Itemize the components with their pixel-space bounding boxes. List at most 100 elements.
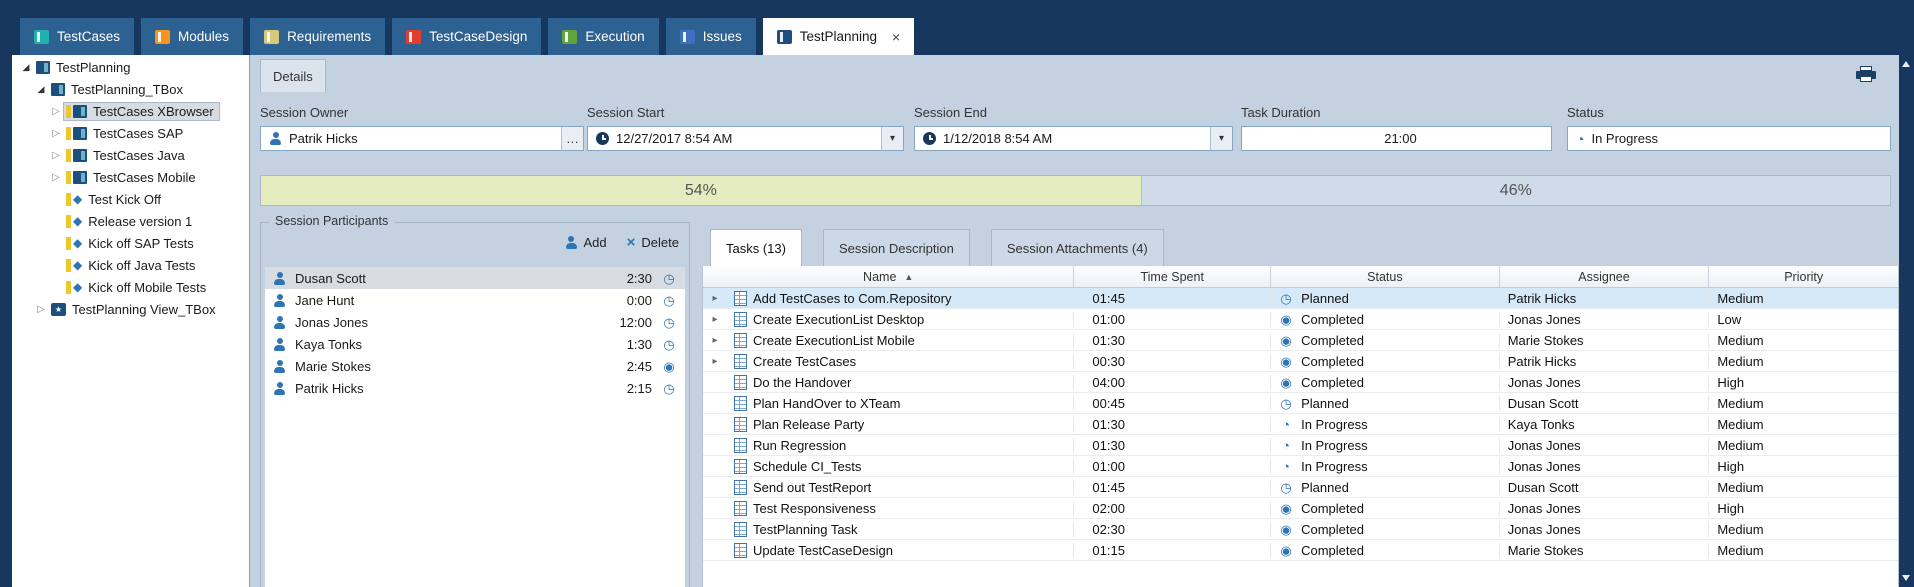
- scroll-down-icon[interactable]: [1902, 575, 1910, 581]
- column-header-status[interactable]: Status: [1271, 266, 1500, 287]
- delete-participant-button[interactable]: × Delete: [627, 235, 679, 250]
- progress-elapsed-segment: 54%: [261, 176, 1141, 205]
- status-label: In Progress: [1301, 417, 1367, 432]
- column-header-assignee[interactable]: Assignee: [1500, 266, 1710, 287]
- tree-item-testplanning-tbox[interactable]: ◢TestPlanning_TBox: [12, 78, 249, 100]
- participant-row[interactable]: Jane Hunt0:00◷: [265, 289, 685, 311]
- cell-status: ◔ In Progress: [1271, 417, 1500, 432]
- tab-execution[interactable]: Execution: [548, 18, 658, 55]
- diamond-icon: ◆: [73, 193, 82, 205]
- table-row[interactable]: Test Responsiveness02:00◉CompletedJonas …: [703, 498, 1898, 519]
- session-participants-title: Session Participants: [269, 214, 394, 228]
- column-header-priority[interactable]: Priority: [1709, 266, 1898, 287]
- tree-item-testcases-mobile[interactable]: ▷TestCases Mobile: [12, 166, 249, 188]
- tree-item-release-version-1[interactable]: ◆Release version 1: [12, 210, 249, 232]
- tree-item-testplanning-view-tbox[interactable]: ▷★TestPlanning View_TBox: [12, 298, 249, 320]
- row-expander-icon[interactable]: ▸: [703, 293, 727, 304]
- tab-testcases[interactable]: TestCases: [20, 18, 134, 55]
- tree-expander-icon[interactable]: ▷: [48, 128, 64, 139]
- module-icon: [264, 30, 279, 44]
- row-expander-icon[interactable]: ▸: [703, 314, 727, 325]
- participant-row[interactable]: Marie Stokes2:45◉: [265, 355, 685, 377]
- tree-expander-icon[interactable]: ◢: [33, 84, 49, 95]
- vertical-scrollbar[interactable]: [1899, 55, 1914, 587]
- tree-expander-icon[interactable]: ▷: [48, 106, 64, 117]
- table-row[interactable]: Send out TestReport01:45◷PlannedDusan Sc…: [703, 477, 1898, 498]
- table-row[interactable]: Plan HandOver to XTeam00:45◷PlannedDusan…: [703, 393, 1898, 414]
- participant-row[interactable]: Kaya Tonks1:30◷: [265, 333, 685, 355]
- status-in-progress-icon: ◔: [1279, 418, 1293, 431]
- tree-item-kick-off-mobile-tests[interactable]: ◆Kick off Mobile Tests: [12, 276, 249, 298]
- tree-item-kick-off-sap-tests[interactable]: ◆Kick off SAP Tests: [12, 232, 249, 254]
- participant-row[interactable]: Patrik Hicks2:15◷: [265, 377, 685, 399]
- print-icon[interactable]: [1856, 66, 1876, 82]
- close-icon[interactable]: ×: [892, 30, 900, 44]
- ellipsis-button[interactable]: …: [561, 127, 583, 150]
- input-status[interactable]: ◔In Progress: [1567, 126, 1891, 151]
- table-row[interactable]: Plan Release Party01:30◔In ProgressKaya …: [703, 414, 1898, 435]
- tab-label: Requirements: [287, 29, 371, 44]
- cell-priority: Medium: [1709, 354, 1898, 369]
- tree-item-testcases-sap[interactable]: ▷TestCases SAP: [12, 122, 249, 144]
- tree-expander-icon[interactable]: ▷: [48, 172, 64, 183]
- cell-time-spent: 01:30: [1074, 333, 1271, 348]
- dropdown-arrow-icon[interactable]: ▾: [881, 127, 903, 150]
- input-session-end[interactable]: 1/12/2018 8:54 AM▾: [914, 126, 1233, 151]
- row-expander-icon[interactable]: ▸: [703, 335, 727, 346]
- sort-asc-icon: ▲: [904, 272, 913, 282]
- tasks-tab-strip: Tasks (13) Session Description Session Att…: [710, 229, 1164, 266]
- tab-testplanning[interactable]: TestPlanning×: [763, 18, 915, 55]
- status-label: Completed: [1301, 543, 1364, 558]
- table-row[interactable]: Schedule CI_Tests01:00◔In ProgressJonas …: [703, 456, 1898, 477]
- clock-icon: ◷: [661, 338, 677, 351]
- module-icon: [777, 30, 792, 44]
- participant-row[interactable]: Dusan Scott2:30◷: [265, 267, 685, 289]
- tab-requirements[interactable]: Requirements: [250, 18, 385, 55]
- task-document-icon: [734, 480, 747, 495]
- field-session-end: Session End 1/12/2018 8:54 AM▾: [914, 105, 1233, 151]
- column-header-label: Time Spent: [1140, 270, 1203, 284]
- input-session-start[interactable]: 12/27/2017 8:54 AM▾: [587, 126, 904, 151]
- tree-item-testplanning[interactable]: ◢TestPlanning: [12, 56, 249, 78]
- table-row[interactable]: ▸Create ExecutionList Desktop01:00◉Compl…: [703, 309, 1898, 330]
- participant-name: Jane Hunt: [295, 293, 627, 308]
- table-row[interactable]: Update TestCaseDesign01:15◉CompletedMari…: [703, 540, 1898, 561]
- field-status: Status◔In Progress: [1567, 105, 1891, 151]
- tab-issues[interactable]: Issues: [666, 18, 756, 55]
- table-row[interactable]: ▸Create TestCases00:30◉CompletedPatrik H…: [703, 351, 1898, 372]
- input-session-owner[interactable]: Patrik Hicks…: [260, 126, 584, 151]
- participant-row[interactable]: Jonas Jones12:00◷: [265, 311, 685, 333]
- input-task-duration[interactable]: 21:00: [1241, 126, 1552, 151]
- tab-details[interactable]: Details: [260, 59, 326, 92]
- scroll-up-icon[interactable]: [1902, 61, 1910, 67]
- tab-session-description[interactable]: Session Description: [823, 229, 970, 266]
- row-expander-icon[interactable]: ▸: [703, 356, 727, 367]
- table-row[interactable]: Do the Handover04:00◉CompletedJonas Jone…: [703, 372, 1898, 393]
- tree-expander-icon[interactable]: ▷: [33, 304, 49, 315]
- column-header-time-spent[interactable]: Time Spent: [1074, 266, 1271, 287]
- tab-testcasedesign[interactable]: TestCaseDesign: [392, 18, 541, 55]
- field-label-session-end: Session End: [914, 105, 1233, 120]
- clock-icon: [596, 132, 609, 145]
- add-participant-button[interactable]: Add: [565, 235, 607, 250]
- status-label: Planned: [1301, 480, 1349, 495]
- tree-item-testcases-xbrowser[interactable]: ▷TestCases XBrowser: [12, 100, 249, 122]
- cell-assignee: Patrik Hicks: [1500, 354, 1710, 369]
- tree-expander-icon[interactable]: ◢: [18, 62, 34, 73]
- tree-item-content: ◆Kick off Mobile Tests: [64, 279, 211, 296]
- status-label: In Progress: [1301, 459, 1367, 474]
- tab-tasks-13[interactable]: Tasks (13): [710, 229, 802, 266]
- tab-modules[interactable]: Modules: [141, 18, 243, 55]
- table-row[interactable]: TestPlanning Task02:30◉CompletedJonas Jo…: [703, 519, 1898, 540]
- table-row[interactable]: ▸Add TestCases to Com.Repository01:45◷Pl…: [703, 288, 1898, 309]
- tree-expander-icon[interactable]: ▷: [48, 150, 64, 161]
- table-row[interactable]: ▸Create ExecutionList Mobile01:30◉Comple…: [703, 330, 1898, 351]
- tree-item-testcases-java[interactable]: ▷TestCases Java: [12, 144, 249, 166]
- tab-session-attachments-4[interactable]: Session Attachments (4): [991, 229, 1164, 266]
- task-document-icon: [734, 354, 747, 369]
- dropdown-arrow-icon[interactable]: ▾: [1210, 127, 1232, 150]
- tree-item-test-kick-off[interactable]: ◆Test Kick Off: [12, 188, 249, 210]
- table-row[interactable]: Run Regression01:30◔In ProgressJonas Jon…: [703, 435, 1898, 456]
- column-header-name[interactable]: Name▲: [703, 266, 1074, 287]
- tree-item-kick-off-java-tests[interactable]: ◆Kick off Java Tests: [12, 254, 249, 276]
